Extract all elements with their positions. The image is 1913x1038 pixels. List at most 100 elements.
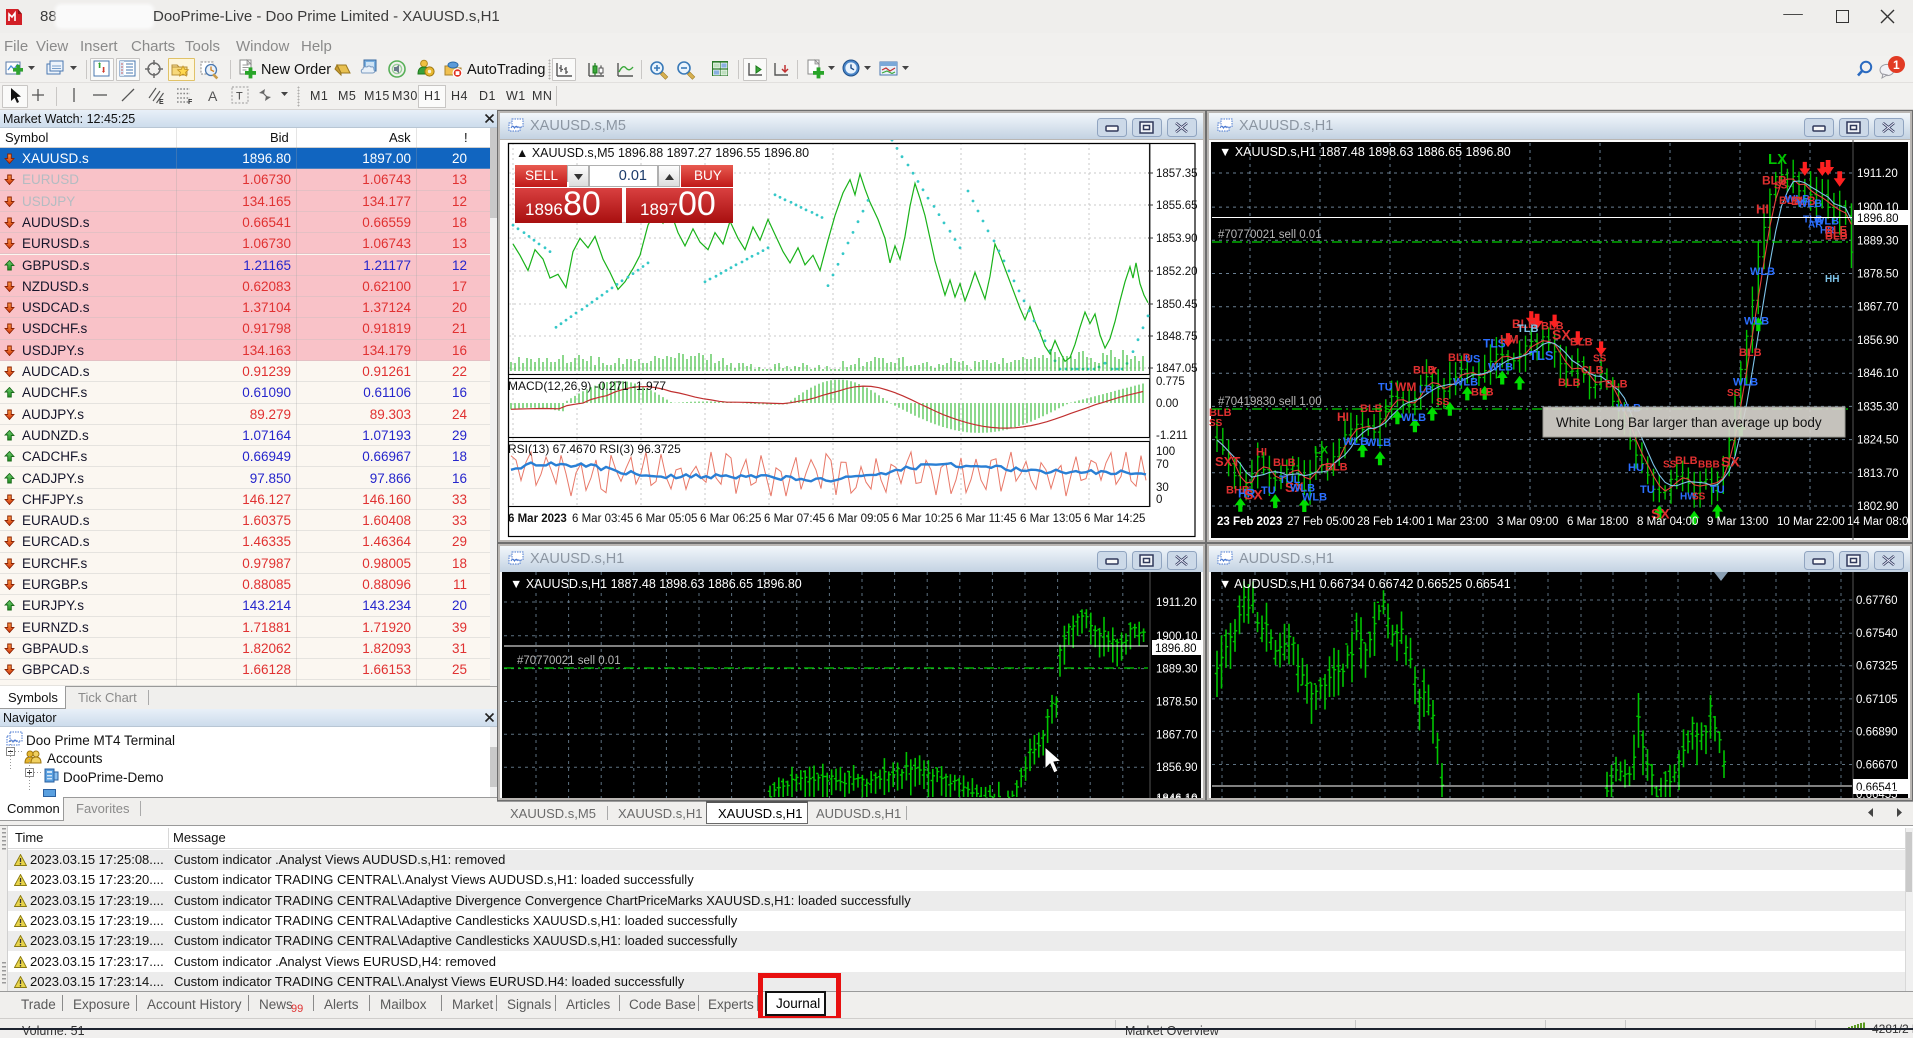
svg-text:0.67540: 0.67540 <box>1856 628 1898 640</box>
svg-text:1911.20: 1911.20 <box>1857 168 1898 180</box>
svg-text:1896.80: 1896.80 <box>1857 213 1899 225</box>
svg-text:WLB: WLB <box>1797 198 1822 210</box>
svg-text:TLS: TLS <box>1529 348 1554 363</box>
svg-text:LX: LX <box>1768 151 1787 168</box>
svg-text:WLB: WLB <box>1366 437 1391 449</box>
svg-text:0.67105: 0.67105 <box>1856 694 1898 706</box>
svg-text:70: 70 <box>1156 459 1169 471</box>
svg-text:6 Mar 18:00: 6 Mar 18:00 <box>1567 516 1628 528</box>
svg-text:27 Feb 05:00: 27 Feb 05:00 <box>1287 516 1355 528</box>
svg-text:6 Mar 09:05: 6 Mar 09:05 <box>828 513 889 525</box>
svg-text:1847.05: 1847.05 <box>1156 363 1198 375</box>
svg-text:1889.30: 1889.30 <box>1857 235 1899 247</box>
svg-text:WLB: WLB <box>1401 412 1426 424</box>
svg-text:E: E <box>159 99 164 105</box>
svg-text:1853.90: 1853.90 <box>1156 233 1198 245</box>
svg-text:White Long Bar larger than ave: White Long Bar larger than average up bo… <box>1556 415 1822 430</box>
svg-text:1878.50: 1878.50 <box>1857 269 1899 281</box>
svg-text:6 Mar 07:45: 6 Mar 07:45 <box>764 513 825 525</box>
svg-text:HI: HI <box>1256 447 1267 459</box>
svg-text:WLB: WLB <box>1302 491 1327 503</box>
svg-text:-1.211: -1.211 <box>1156 430 1188 442</box>
svg-text:RSI(13) 67.4670 RSI(3) 96.372: RSI(13) 67.4670 RSI(3) 96.3725 <box>508 442 681 456</box>
svg-text:1802.90: 1802.90 <box>1857 501 1899 513</box>
svg-text:1867.70: 1867.70 <box>1156 729 1198 741</box>
svg-text:#70419830 sell 1.00: #70419830 sell 1.00 <box>1218 396 1322 408</box>
svg-text:0.66890: 0.66890 <box>1856 726 1898 738</box>
svg-text:WLB: WLB <box>1744 315 1769 327</box>
svg-text:US: US <box>1465 353 1480 365</box>
svg-text:6 Mar 14:25: 6 Mar 14:25 <box>1084 513 1145 525</box>
svg-text:1848.75: 1848.75 <box>1156 331 1198 343</box>
svg-text:28 Feb 14:00: 28 Feb 14:00 <box>1357 516 1425 528</box>
svg-text:6 Mar 11:45: 6 Mar 11:45 <box>956 513 1017 525</box>
svg-text:10 Mar 22:00: 10 Mar 22:00 <box>1777 516 1845 528</box>
svg-text:6 Mar 06:25: 6 Mar 06:25 <box>700 513 761 525</box>
svg-text:1846.10: 1846.10 <box>1156 793 1198 798</box>
svg-text:1856.90: 1856.90 <box>1857 335 1899 347</box>
svg-text:X: X <box>1430 366 1438 378</box>
svg-text:SS: SS <box>1774 181 1788 192</box>
svg-text:14 Mar 08:00: 14 Mar 08:00 <box>1847 516 1910 528</box>
svg-text:0: 0 <box>1156 494 1162 506</box>
svg-text:0.66455: 0.66455 <box>1856 789 1898 798</box>
svg-text:WLB: WLB <box>1733 377 1758 389</box>
svg-text:BLB: BLB <box>1471 387 1494 399</box>
svg-text:3 Mar 09:00: 3 Mar 09:00 <box>1497 516 1558 528</box>
svg-text:1911.20: 1911.20 <box>1156 597 1197 609</box>
svg-text:HU: HU <box>1628 462 1644 474</box>
svg-text:WLB: WLB <box>1488 361 1513 373</box>
svg-text:TU: TU <box>1710 484 1725 496</box>
svg-text:1878.50: 1878.50 <box>1156 697 1198 709</box>
svg-text:8 Mar 04:00: 8 Mar 04:00 <box>1637 516 1698 528</box>
svg-text:SS: SS <box>1593 354 1607 365</box>
svg-text:HM: HM <box>1500 333 1519 347</box>
svg-text:▲︎ XAUUSD.s,M5 1896.88 1897.2: ▲︎ XAUUSD.s,M5 1896.88 1897.27 1896.55 1… <box>516 146 809 160</box>
svg-text:HI: HI <box>1756 201 1769 216</box>
svg-text:WLB: WLB <box>1343 436 1368 448</box>
svg-text:CLB: CLB <box>1581 365 1604 377</box>
svg-text:HI: HI <box>1337 410 1349 424</box>
svg-text:▼ AUDUSD.s,H1 0.66734 0.66742: ▼ AUDUSD.s,H1 0.66734 0.66742 0.66525 0.… <box>1219 577 1511 591</box>
svg-text:0.66670: 0.66670 <box>1856 760 1898 772</box>
svg-text:1855.65: 1855.65 <box>1156 200 1198 212</box>
svg-text:23 Feb 2023: 23 Feb 2023 <box>1217 516 1282 528</box>
svg-text:T: T <box>236 91 243 103</box>
svg-text:BLB: BLB <box>1558 377 1581 389</box>
svg-text:1896.80: 1896.80 <box>1155 643 1197 655</box>
svg-text:BLB: BLB <box>1325 462 1348 474</box>
svg-text:TU: TU <box>1640 484 1655 496</box>
svg-text:HH: HH <box>1825 274 1839 285</box>
svg-text:1889.30: 1889.30 <box>1156 664 1198 676</box>
svg-text:1850.45: 1850.45 <box>1156 299 1198 311</box>
svg-text:BLB: BLB <box>1825 231 1848 243</box>
svg-text:1 Mar 23:00: 1 Mar 23:00 <box>1427 516 1488 528</box>
svg-text:6 Mar 05:05: 6 Mar 05:05 <box>636 513 697 525</box>
svg-text:#70770021 sell 0.01: #70770021 sell 0.01 <box>517 655 621 667</box>
svg-text:6 Mar 13:05: 6 Mar 13:05 <box>1020 513 1081 525</box>
svg-text:6 Mar 03:45: 6 Mar 03:45 <box>572 513 633 525</box>
svg-text:LX: LX <box>1314 445 1329 457</box>
svg-text:0.775: 0.775 <box>1156 376 1185 388</box>
svg-text:SS: SS <box>1436 397 1450 408</box>
svg-text:WLB: WLB <box>1750 266 1775 278</box>
svg-text:TU: TU <box>1261 485 1276 497</box>
svg-text:6 Mar 2023: 6 Mar 2023 <box>508 513 567 525</box>
svg-text:1857.35: 1857.35 <box>1156 168 1198 180</box>
svg-text:30: 30 <box>1156 482 1169 494</box>
svg-text:#70770021 sell 0.01: #70770021 sell 0.01 <box>1218 229 1322 241</box>
svg-text:TLB: TLB <box>1517 323 1538 335</box>
svg-text:BLB: BLB <box>1675 455 1698 467</box>
svg-text:S: S <box>1384 404 1391 415</box>
svg-text:SX: SX <box>1721 454 1740 470</box>
svg-text:BLB: BLB <box>1570 337 1593 349</box>
svg-text:LB: LB <box>1419 385 1432 396</box>
svg-text:BLB: BLB <box>1273 457 1296 469</box>
svg-text:TU: TU <box>1378 381 1393 393</box>
svg-text:1835.30: 1835.30 <box>1857 401 1899 413</box>
svg-text:MACD(12,26,9) -0.271 -1.977: MACD(12,26,9) -0.271 -1.977 <box>508 379 666 393</box>
svg-text:0.67760: 0.67760 <box>1856 595 1898 607</box>
svg-text:BBB: BBB <box>1698 460 1720 471</box>
svg-text:▼ XAUUSD.s,H1 1887.48 1898.63: ▼ XAUUSD.s,H1 1887.48 1898.63 1886.65 18… <box>510 577 802 591</box>
svg-text:0.00: 0.00 <box>1156 398 1178 410</box>
